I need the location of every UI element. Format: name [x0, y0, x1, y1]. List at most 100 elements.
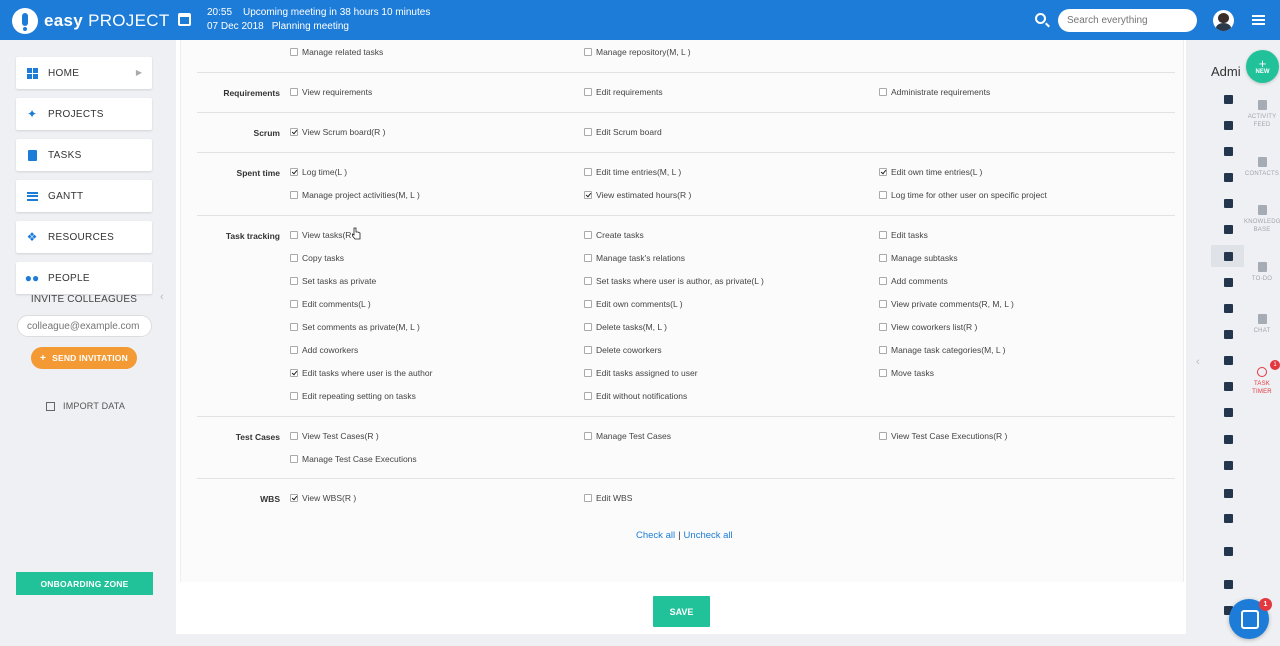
- filter-icon[interactable]: [1224, 435, 1233, 444]
- permission-item[interactable]: View Scrum board(R ): [290, 127, 385, 137]
- permission-checkbox[interactable]: [584, 346, 592, 354]
- permission-item[interactable]: Edit own comments(L ): [584, 299, 683, 309]
- projects-icon[interactable]: [1224, 95, 1233, 104]
- invite-email-field[interactable]: [17, 315, 152, 337]
- hat-icon[interactable]: [1224, 489, 1233, 498]
- permission-checkbox[interactable]: [290, 191, 298, 199]
- permission-item[interactable]: Manage task's relations: [584, 253, 685, 263]
- permission-item[interactable]: Create tasks: [584, 230, 644, 240]
- permission-item[interactable]: Edit requirements: [584, 87, 663, 97]
- knowledge-base-tool[interactable]: KNOWLEDGE BASE: [1244, 205, 1280, 234]
- permission-checkbox[interactable]: [584, 191, 592, 199]
- search-input[interactable]: [1058, 9, 1197, 32]
- permission-checkbox[interactable]: [879, 168, 887, 176]
- permission-item[interactable]: Edit tasks assigned to user: [584, 368, 698, 378]
- permission-item[interactable]: Set tasks as private: [290, 276, 376, 286]
- upcoming-meeting[interactable]: 20:55 Upcoming meeting in 38 hours 10 min…: [207, 6, 430, 34]
- permission-checkbox[interactable]: [584, 254, 592, 262]
- permission-item[interactable]: Add comments: [879, 276, 948, 286]
- permission-checkbox[interactable]: [290, 128, 298, 136]
- permission-checkbox[interactable]: [290, 369, 298, 377]
- permission-checkbox[interactable]: [879, 277, 887, 285]
- user-icon[interactable]: [1224, 147, 1233, 156]
- permission-item[interactable]: Manage Test Case Executions: [290, 454, 417, 464]
- permission-checkbox[interactable]: [584, 88, 592, 96]
- permission-checkbox[interactable]: [290, 455, 298, 463]
- permission-checkbox[interactable]: [584, 128, 592, 136]
- nav-people[interactable]: ●● PEOPLE: [16, 262, 152, 294]
- todo-tool[interactable]: TO-DO: [1244, 262, 1280, 283]
- permission-checkbox[interactable]: [290, 392, 298, 400]
- permission-checkbox[interactable]: [879, 88, 887, 96]
- avatar[interactable]: [1213, 10, 1234, 31]
- permission-checkbox[interactable]: [879, 300, 887, 308]
- permission-checkbox[interactable]: [584, 231, 592, 239]
- nav-resources[interactable]: ❖ RESOURCES: [16, 221, 152, 253]
- permission-checkbox[interactable]: [584, 323, 592, 331]
- permission-item[interactable]: Manage project activities(M, L ): [290, 190, 420, 200]
- activity-feed-tool[interactable]: ACTIVITY FEED: [1244, 100, 1280, 129]
- permission-item[interactable]: View Test Case Executions(R ): [879, 431, 1007, 441]
- permission-item[interactable]: Administrate requirements: [879, 87, 990, 97]
- permission-item[interactable]: Edit repeating setting on tasks: [290, 391, 416, 401]
- collapse-sidebar-icon[interactable]: ‹: [160, 291, 164, 303]
- permission-checkbox[interactable]: [290, 168, 298, 176]
- nav-projects[interactable]: ✦ PROJECTS: [16, 98, 152, 130]
- dashboard-icon[interactable]: [1224, 514, 1233, 523]
- permission-checkbox[interactable]: [290, 346, 298, 354]
- permission-checkbox[interactable]: [584, 168, 592, 176]
- permission-item[interactable]: Edit tasks: [879, 230, 928, 240]
- permission-checkbox[interactable]: [290, 300, 298, 308]
- check-all-link[interactable]: Check all: [636, 530, 675, 541]
- permission-item[interactable]: Add coworkers: [290, 345, 358, 355]
- calendar-icon[interactable]: [1224, 225, 1233, 234]
- onboarding-zone-button[interactable]: ONBOARDING ZONE: [16, 572, 153, 595]
- permission-item[interactable]: Edit comments(L ): [290, 299, 371, 309]
- diamond-icon[interactable]: [1224, 330, 1233, 339]
- permission-checkbox[interactable]: [290, 277, 298, 285]
- permission-item[interactable]: Manage subtasks: [879, 253, 958, 263]
- permission-item[interactable]: View tasks(R: [290, 230, 351, 240]
- users-group-icon[interactable]: [1224, 173, 1233, 182]
- app-logo[interactable]: easy PROJECT: [12, 8, 170, 34]
- permission-checkbox[interactable]: [879, 369, 887, 377]
- permission-checkbox[interactable]: [879, 323, 887, 331]
- hamburger-menu-icon[interactable]: [1252, 15, 1265, 25]
- permission-item[interactable]: Edit tasks where user is the author: [290, 368, 432, 378]
- permission-item[interactable]: Manage Test Cases: [584, 431, 671, 441]
- permission-checkbox[interactable]: [584, 494, 592, 502]
- new-button[interactable]: + NEW: [1246, 50, 1279, 83]
- permission-checkbox[interactable]: [879, 191, 887, 199]
- collapse-right-icon[interactable]: ‹: [1196, 356, 1200, 368]
- permission-checkbox[interactable]: [290, 231, 298, 239]
- download-icon[interactable]: [1224, 580, 1233, 589]
- add-box-icon[interactable]: [1224, 382, 1233, 391]
- permission-checkbox[interactable]: [290, 323, 298, 331]
- permission-checkbox[interactable]: [879, 231, 887, 239]
- checkbox-icon[interactable]: [1224, 304, 1233, 313]
- import-data-link[interactable]: IMPORT DATA: [46, 401, 125, 411]
- permission-checkbox[interactable]: [879, 346, 887, 354]
- permission-item[interactable]: Edit Scrum board: [584, 127, 662, 137]
- filter-alt-icon[interactable]: [1224, 461, 1233, 470]
- permission-item[interactable]: Copy tasks: [290, 253, 344, 263]
- permission-item[interactable]: View private comments(R, M, L ): [879, 299, 1014, 309]
- permission-item[interactable]: Delete tasks(M, L ): [584, 322, 667, 332]
- permission-checkbox[interactable]: [290, 494, 298, 502]
- permission-item[interactable]: Log time for other user on specific proj…: [879, 190, 1047, 200]
- permission-item[interactable]: Edit without notifications: [584, 391, 687, 401]
- permission-item[interactable]: View WBS(R ): [290, 493, 356, 503]
- permission-checkbox[interactable]: [584, 300, 592, 308]
- permission-checkbox[interactable]: [584, 392, 592, 400]
- permission-item[interactable]: Set comments as private(M, L ): [290, 322, 420, 332]
- permission-item[interactable]: View Test Cases(R ): [290, 431, 379, 441]
- nav-gantt[interactable]: GANTT: [16, 180, 152, 212]
- calendar-icon[interactable]: [178, 13, 191, 26]
- send-invitation-button[interactable]: + SEND INVITATION: [31, 347, 137, 369]
- permission-item[interactable]: Delete coworkers: [584, 345, 662, 355]
- contacts-tool[interactable]: CONTACTS: [1244, 157, 1280, 178]
- permission-checkbox[interactable]: [879, 432, 887, 440]
- permission-item[interactable]: Log time(L ): [290, 167, 347, 177]
- nav-tasks[interactable]: TASKS: [16, 139, 152, 171]
- permission-item[interactable]: View coworkers list(R ): [879, 322, 977, 332]
